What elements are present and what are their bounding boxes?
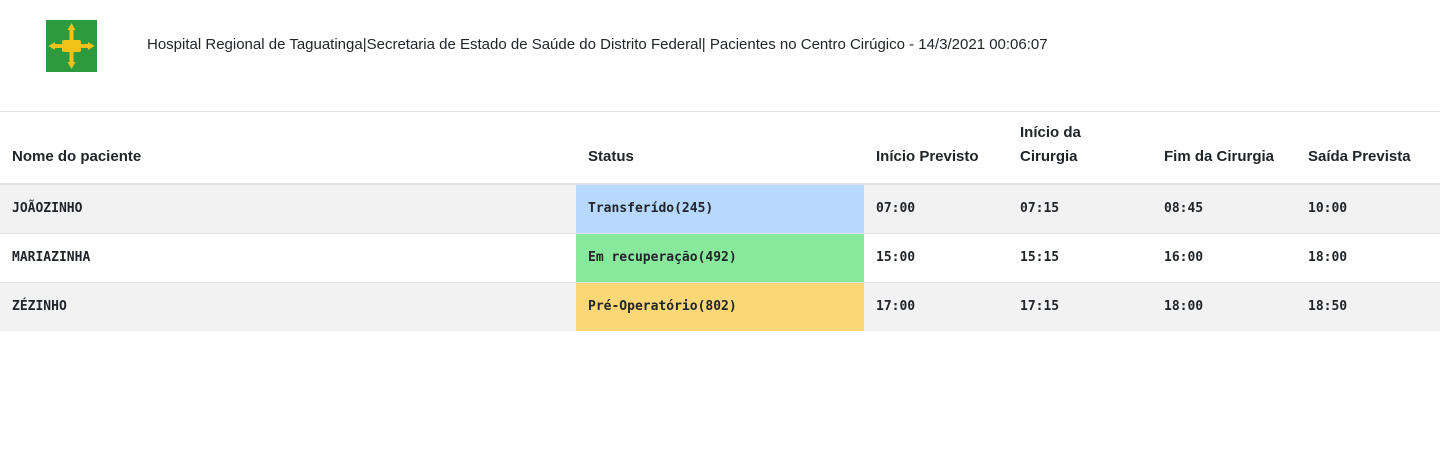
column-header-inicio-cirurgia: Início da Cirurgia <box>1008 112 1152 185</box>
fim-cirurgia-cell: 18:00 <box>1152 281 1296 331</box>
inicio-previsto-cell: 15:00 <box>864 232 1008 282</box>
column-header-inicio-previsto: Início Previsto <box>864 112 1008 185</box>
status-cell: Pré-Operatório(802) <box>576 281 864 331</box>
status-cell: Em recuperação(492) <box>576 232 864 282</box>
distrito-federal-flag-logo <box>46 20 97 72</box>
saida-prevista-cell: 18:00 <box>1296 232 1440 282</box>
inicio-cirurgia-cell: 07:15 <box>1008 184 1152 233</box>
column-header-status: Status <box>576 112 864 185</box>
status-cell: Transferído(245) <box>576 184 864 233</box>
patient-name-cell: JOÃOZINHO <box>0 184 576 233</box>
inicio-previsto-cell: 07:00 <box>864 184 1008 233</box>
table-row: MARIAZINHA Em recuperação(492) 15:00 15:… <box>0 232 1440 282</box>
fim-cirurgia-cell: 08:45 <box>1152 184 1296 233</box>
saida-prevista-cell: 10:00 <box>1296 184 1440 233</box>
inicio-previsto-cell: 17:00 <box>864 281 1008 331</box>
column-header-fim-cirurgia: Fim da Cirurgia <box>1152 112 1296 185</box>
patients-table: Nome do paciente Status Início Previsto … <box>0 112 1440 331</box>
table-row: ZÉZINHO Pré-Operatório(802) 17:00 17:15 … <box>0 281 1440 331</box>
page-title: Hospital Regional de Taguatinga|Secretar… <box>147 36 1048 53</box>
inicio-cirurgia-cell: 17:15 <box>1008 281 1152 331</box>
patient-name-cell: ZÉZINHO <box>0 281 576 331</box>
column-header-nome: Nome do paciente <box>0 112 576 185</box>
page-header: Hospital Regional de Taguatinga|Secretar… <box>0 0 1440 112</box>
column-header-saida-prevista: Saída Prevista <box>1296 112 1440 185</box>
fim-cirurgia-cell: 16:00 <box>1152 232 1296 282</box>
table-row: JOÃOZINHO Transferído(245) 07:00 07:15 0… <box>0 184 1440 233</box>
inicio-cirurgia-cell: 15:15 <box>1008 232 1152 282</box>
saida-prevista-cell: 18:50 <box>1296 281 1440 331</box>
patient-name-cell: MARIAZINHA <box>0 232 576 282</box>
table-header-row: Nome do paciente Status Início Previsto … <box>0 112 1440 185</box>
